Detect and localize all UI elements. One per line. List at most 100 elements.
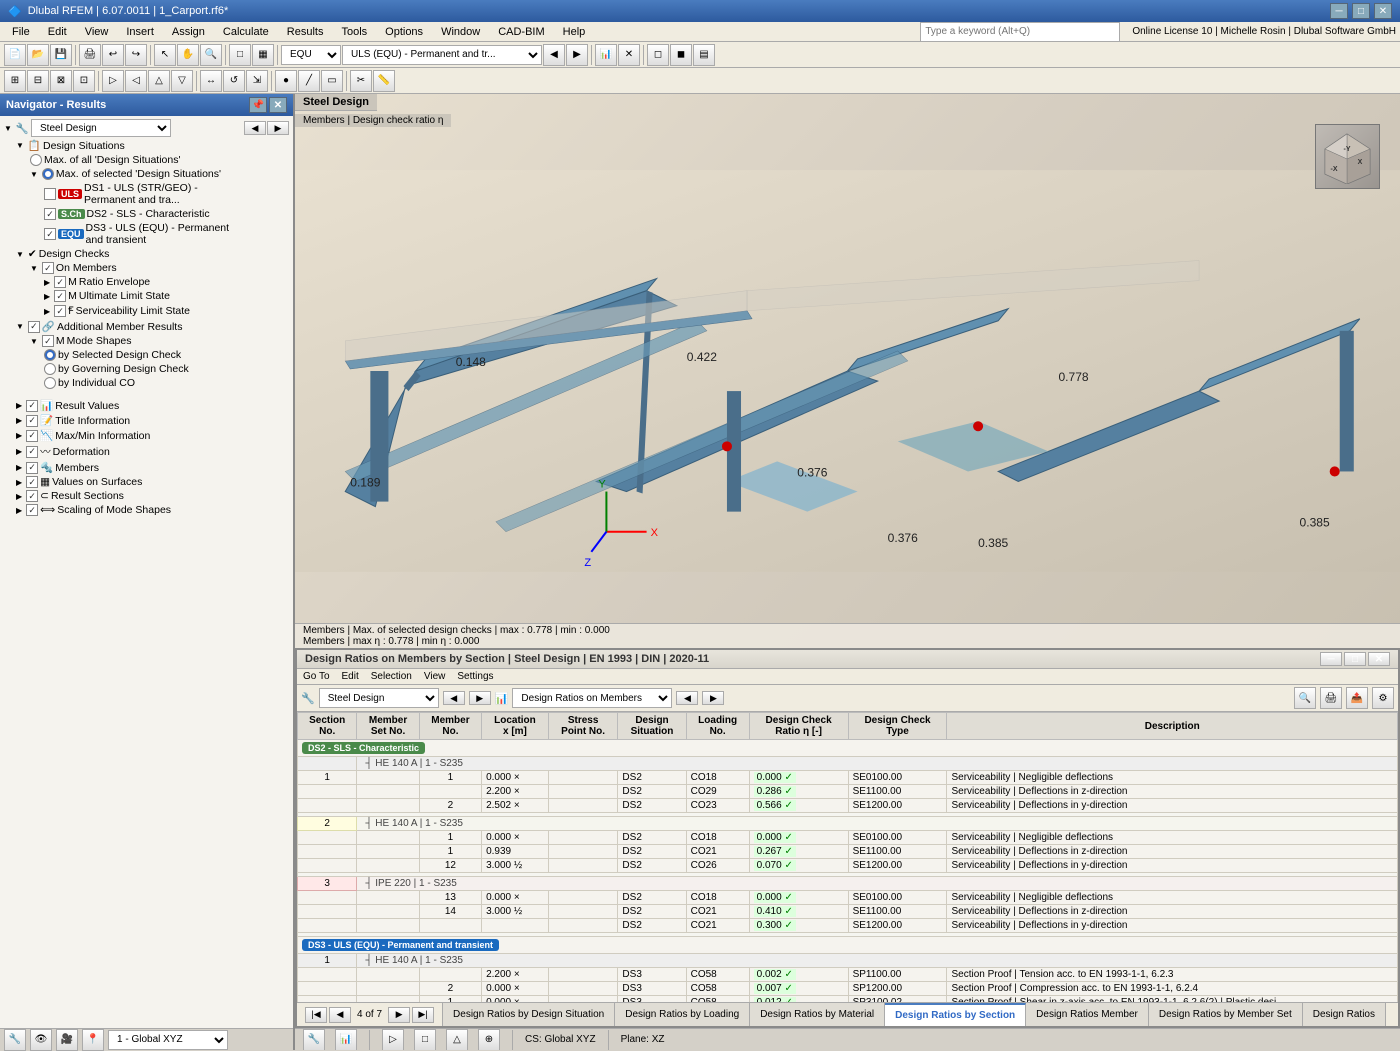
prev-page-btn[interactable]: ◀ xyxy=(329,1007,351,1023)
tree-mode-shapes[interactable]: ▼ M Mode Shapes xyxy=(2,334,291,348)
ul-check[interactable] xyxy=(54,290,66,302)
next-loadcase[interactable]: ▶ xyxy=(566,44,588,66)
status-btn3[interactable]: ▷ xyxy=(382,1029,404,1051)
max-sel-arrow[interactable]: ▼ xyxy=(30,170,38,179)
results-minimize[interactable]: ─ xyxy=(1320,652,1342,666)
tb-prev-btn[interactable]: ◀ xyxy=(443,691,465,705)
tab-design-ratio-ds[interactable]: Design Ratios by Design Situation xyxy=(443,1003,615,1026)
t2-btn4[interactable]: ⊡ xyxy=(73,70,95,92)
render-btn2[interactable]: ◼ xyxy=(670,44,692,66)
results-table-wrapper[interactable]: SectionNo. MemberSet No. MemberNo. Locat… xyxy=(297,712,1398,1002)
menu-results[interactable]: Results xyxy=(279,25,332,39)
node-btn[interactable]: ● xyxy=(275,70,297,92)
new-button[interactable]: 📄 xyxy=(4,44,26,66)
ms-arrow[interactable]: ▼ xyxy=(30,337,38,346)
tree-max-all[interactable]: Max. of all 'Design Situations' xyxy=(2,153,291,167)
measure-btn[interactable]: 📏 xyxy=(373,70,395,92)
goto-link[interactable]: Go To xyxy=(303,671,330,682)
ti-check[interactable] xyxy=(26,415,38,427)
ds1-checkbox[interactable] xyxy=(44,188,56,200)
ul-arrow[interactable]: ▶ xyxy=(44,292,50,301)
tab-design-ratio-section[interactable]: Design Ratios by Section xyxy=(885,1003,1026,1026)
menu-cadbim[interactable]: CAD-BIM xyxy=(490,25,552,39)
status-btn4[interactable]: □ xyxy=(414,1029,436,1051)
t2-btn7[interactable]: △ xyxy=(148,70,170,92)
move-btn[interactable]: ↔ xyxy=(200,70,222,92)
line-btn[interactable]: ╱ xyxy=(298,70,320,92)
rs-check[interactable] xyxy=(26,490,38,502)
structure-viewport[interactable]: 0.148 0.422 0.778 0.189 0.376 0.376 0.38… xyxy=(295,94,1400,648)
select-button[interactable]: ↖ xyxy=(154,44,176,66)
tree-design-checks[interactable]: ▼ ✔ Design Checks xyxy=(2,247,291,261)
status-btn6[interactable]: ⊕ xyxy=(478,1029,500,1051)
selection-link[interactable]: Selection xyxy=(371,671,412,682)
t2-btn6[interactable]: ◁ xyxy=(125,70,147,92)
vs-arrow[interactable]: ▶ xyxy=(16,478,22,487)
results-close[interactable]: ✕ xyxy=(1368,652,1390,666)
tree-ds1[interactable]: ULS DS1 - ULS (STR/GEO) - Permanent and … xyxy=(2,181,291,207)
menu-view[interactable]: View xyxy=(77,25,117,39)
amr-check[interactable] xyxy=(28,321,40,333)
print-button[interactable]: 🖨 xyxy=(79,44,101,66)
tree-max-selected[interactable]: ▼ Max. of selected 'Design Situations' xyxy=(2,167,291,181)
steel-design-arrow[interactable]: ▼ xyxy=(4,124,12,133)
nav-bottom-btn3[interactable]: 🎥 xyxy=(56,1029,78,1051)
menu-calculate[interactable]: Calculate xyxy=(215,25,277,39)
tree-by-governing-dc[interactable]: by Governing Design Check xyxy=(2,362,291,376)
table-row[interactable]: 1 0.000 × DS2 CO18 0.000 ✓ SE0100.00 Ser… xyxy=(298,831,1398,845)
view-link[interactable]: View xyxy=(424,671,446,682)
nav-bottom-btn4[interactable]: 📍 xyxy=(82,1029,104,1051)
undo-button[interactable]: ↩ xyxy=(102,44,124,66)
render-btn1[interactable]: ◻ xyxy=(647,44,669,66)
by-sel-dc-radio[interactable] xyxy=(44,349,56,361)
tree-ult-limit[interactable]: ▶ M Ultimate Limit State xyxy=(2,289,291,303)
filter-btn[interactable]: 🔍 xyxy=(1294,687,1316,709)
minimize-button[interactable]: ─ xyxy=(1330,3,1348,19)
view2d-button[interactable]: ▦ xyxy=(252,44,274,66)
viewport[interactable]: Steel Design Members | Design check rati… xyxy=(295,94,1400,648)
save-button[interactable]: 💾 xyxy=(50,44,72,66)
nav-next-btn[interactable]: ▶ xyxy=(267,121,289,135)
sc-check[interactable] xyxy=(26,504,38,516)
ds-arrow[interactable]: ▼ xyxy=(16,141,24,150)
re-arrow[interactable]: ▶ xyxy=(44,278,50,287)
tree-members[interactable]: ▶ 🔩 Members xyxy=(2,460,291,475)
section-cut-btn[interactable]: ✂ xyxy=(350,70,372,92)
table-row[interactable]: 1 1 0.000 × DS2 CO18 0.000 ✓ SE0100.00 S… xyxy=(298,771,1398,785)
tab-design-ratio-member-set[interactable]: Design Ratios by Member Set xyxy=(1149,1003,1303,1026)
nav-prev-btn[interactable]: ◀ xyxy=(244,121,266,135)
menu-tools[interactable]: Tools xyxy=(333,25,375,39)
nav-pin-button[interactable]: 📌 xyxy=(249,97,267,113)
tab-design-ratio-loading[interactable]: Design Ratios by Loading xyxy=(615,1003,750,1026)
settings-btn-tb[interactable]: ⚙ xyxy=(1372,687,1394,709)
rv-arrow[interactable]: ▶ xyxy=(16,401,22,410)
ti-arrow[interactable]: ▶ xyxy=(16,416,22,425)
status-btn2[interactable]: 📊 xyxy=(335,1029,357,1051)
rs-arrow[interactable]: ▶ xyxy=(16,492,22,501)
prev-loadcase[interactable]: ◀ xyxy=(543,44,565,66)
tree-ds2[interactable]: S.Ch DS2 - SLS - Characteristic xyxy=(2,207,291,221)
table-row[interactable]: 1 0.939 DS2 CO21 0.267 ✓ SE1100.00 Servi… xyxy=(298,845,1398,859)
tab-design-ratios[interactable]: Design Ratios xyxy=(1303,1003,1386,1026)
tree-design-situations[interactable]: ▼ 📋 Design Situations xyxy=(2,138,291,153)
def-arrow[interactable]: ▶ xyxy=(16,447,22,456)
menu-window[interactable]: Window xyxy=(433,25,488,39)
nav-bottom-btn2[interactable]: 👁 xyxy=(30,1029,52,1051)
re-check[interactable] xyxy=(54,276,66,288)
menu-edit[interactable]: Edit xyxy=(40,25,75,39)
dc-arrow[interactable]: ▼ xyxy=(16,250,24,259)
next-page-btn[interactable]: ▶ xyxy=(388,1007,410,1023)
tab-design-ratio-member[interactable]: Design Ratios Member xyxy=(1026,1003,1149,1026)
mem-check[interactable] xyxy=(26,462,38,474)
load-case-combo[interactable]: ULS (EQU) - Permanent and tr... xyxy=(342,45,542,65)
sd-combo-results[interactable]: Steel Design xyxy=(319,688,439,708)
results-button[interactable]: 📊 xyxy=(595,44,617,66)
status-btn5[interactable]: △ xyxy=(446,1029,468,1051)
t2-btn8[interactable]: ▽ xyxy=(171,70,193,92)
tree-title-info[interactable]: ▶ 📝 Title Information xyxy=(2,413,291,428)
rotate-btn[interactable]: ↺ xyxy=(223,70,245,92)
zoom-button[interactable]: 🔍 xyxy=(200,44,222,66)
open-button[interactable]: 📂 xyxy=(27,44,49,66)
max-selected-radio[interactable] xyxy=(42,168,54,180)
menu-insert[interactable]: Insert xyxy=(118,25,162,39)
